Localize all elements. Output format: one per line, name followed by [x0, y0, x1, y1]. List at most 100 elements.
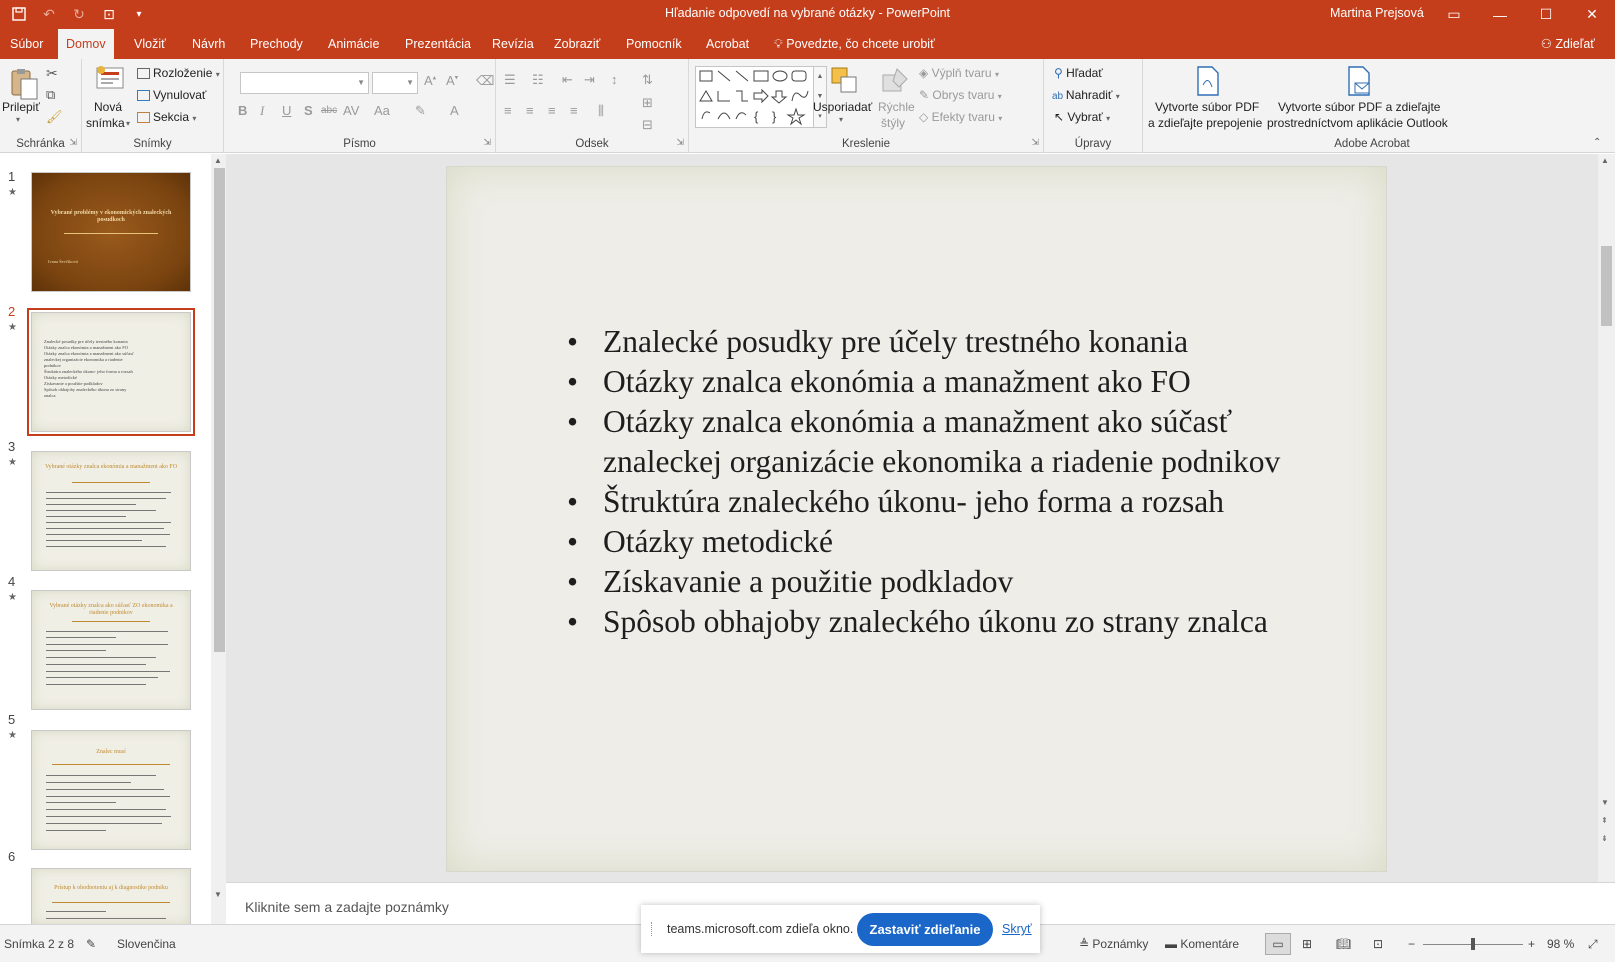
spelling-check-icon[interactable]: ✎ — [86, 937, 96, 951]
zoom-in-icon[interactable]: + — [1528, 937, 1535, 951]
language-indicator[interactable]: Slovenčina — [117, 937, 176, 951]
new-slide-label-1[interactable]: Nová — [94, 100, 122, 114]
replace-button[interactable]: ab Nahradiť ▾ — [1052, 88, 1120, 102]
layout-button[interactable]: Rozloženie ▾ — [137, 66, 220, 80]
quick-styles-label-2[interactable]: štýly — [881, 116, 905, 130]
highlight-icon[interactable]: ✎ — [415, 103, 426, 119]
scroll-down-icon[interactable]: ▼ — [214, 890, 222, 899]
bold-button[interactable]: B — [238, 103, 247, 118]
zoom-out-icon[interactable]: − — [1408, 937, 1415, 951]
shapes-gallery[interactable]: { } — [695, 66, 825, 128]
notes-toggle[interactable]: ≜ Poznámky — [1079, 937, 1148, 951]
tab-design[interactable]: Návrh — [184, 29, 233, 59]
tab-animations[interactable]: Animácie — [320, 29, 387, 59]
next-slide-icon[interactable]: ⇟ — [1601, 834, 1608, 843]
slide-sorter-icon[interactable]: ⊞ — [1302, 937, 1312, 951]
paragraph-launcher-icon[interactable]: ⇲ — [676, 137, 684, 148]
tab-home[interactable]: Domov — [58, 29, 114, 59]
line-spacing-icon[interactable]: ↕ — [611, 72, 618, 87]
comments-toggle[interactable]: ▬ Komentáre — [1165, 937, 1239, 951]
italic-button[interactable]: I — [260, 103, 264, 119]
tab-file[interactable]: Súbor — [2, 29, 51, 59]
increase-font-icon[interactable]: A▴ — [424, 73, 436, 88]
decrease-indent-icon[interactable]: ⇤ — [562, 72, 573, 88]
select-button[interactable]: ↖ Vybrať ▾ — [1054, 110, 1110, 124]
pdf-share-label-1[interactable]: Vytvorte súbor PDF — [1155, 100, 1259, 114]
pdf-share-icon[interactable] — [1194, 65, 1226, 97]
slide-thumbnail-3[interactable]: Vybrané otázky znalca ekonómia a manažme… — [31, 451, 191, 571]
arrange-button[interactable]: Usporiadať — [813, 100, 872, 114]
drawing-launcher-icon[interactable]: ⇲ — [1031, 137, 1039, 148]
tab-review[interactable]: Revízia — [484, 29, 542, 59]
scroll-down-icon[interactable]: ▼ — [1601, 798, 1609, 807]
zoom-slider-handle[interactable] — [1471, 938, 1475, 950]
text-direction-icon[interactable]: ⇅ — [642, 72, 653, 88]
collapse-ribbon-icon[interactable]: ⌃ — [1593, 137, 1601, 148]
slide-thumbnail-2[interactable]: Znalecké posudky pre účely trestného kon… — [27, 308, 195, 436]
slide-bullet-list[interactable]: Znalecké posudky pre účely trestného kon… — [567, 322, 1327, 642]
close-icon[interactable]: ✕ — [1569, 0, 1615, 29]
current-slide[interactable]: Znalecké posudky pre účely trestného kon… — [446, 166, 1387, 872]
pdf-outlook-label-1[interactable]: Vytvorte súbor PDF a zdieľajte — [1278, 100, 1440, 114]
arrange-icon[interactable] — [829, 65, 861, 97]
quick-styles-label-1[interactable]: Rýchle — [878, 100, 915, 114]
hide-banner-link[interactable]: Skryť — [1002, 922, 1032, 936]
tab-help[interactable]: Pomocník — [618, 29, 690, 59]
quick-styles-icon[interactable] — [879, 65, 911, 97]
scrollbar-thumb[interactable] — [1601, 246, 1612, 326]
find-button[interactable]: ⚲ Hľadať — [1054, 66, 1103, 80]
increase-indent-icon[interactable]: ⇥ — [584, 72, 595, 88]
minimize-icon[interactable]: — — [1477, 0, 1523, 29]
paste-button[interactable]: Prilepiť — [2, 100, 40, 114]
slide-thumbnail-6[interactable]: Prístup k ohodnoteniu aj k diagnostike p… — [31, 868, 191, 924]
tab-insert[interactable]: Vložiť — [126, 29, 174, 59]
pdf-share-label-2[interactable]: a zdieľajte prepojenie — [1148, 116, 1262, 130]
scroll-up-icon[interactable]: ▲ — [1601, 156, 1609, 165]
align-center-icon[interactable]: ≡ — [526, 103, 534, 118]
smartart-icon[interactable]: ⊟ — [642, 117, 653, 133]
tell-me-box[interactable]: 💡︎ Povedzte, čo chcete urobiť — [774, 29, 935, 59]
ribbon-display-options-icon[interactable]: ▭ — [1431, 0, 1477, 29]
slide-thumbnail-5[interactable]: Znalec musí — [31, 730, 191, 850]
underline-button[interactable]: U — [282, 103, 291, 118]
scroll-up-icon[interactable]: ▲ — [214, 156, 222, 165]
tab-acrobat[interactable]: Acrobat — [698, 29, 757, 59]
slide-thumbnail-1[interactable]: Vybrané problémy v ekonomických znalecký… — [31, 172, 191, 292]
change-case-button[interactable]: Aa — [374, 103, 390, 118]
fit-slide-icon[interactable]: ⤢ — [1588, 937, 1598, 952]
paste-dropdown-icon[interactable]: ▾ — [16, 115, 20, 124]
cut-icon[interactable]: ✂ — [46, 65, 58, 82]
bullets-icon[interactable]: ☰ — [504, 72, 516, 88]
slide-thumbnail-4[interactable]: Vybrané otázky znalca ako súčasť ZO ekon… — [31, 590, 191, 710]
slideshow-view-icon[interactable]: ⊡ — [1373, 937, 1383, 951]
scrollbar-thumb[interactable] — [214, 168, 225, 652]
new-slide-dropdown-icon[interactable]: ▾ — [126, 119, 130, 128]
strikethrough-button[interactable]: abc — [321, 105, 337, 116]
arrange-dropdown-icon[interactable]: ▾ — [839, 115, 843, 124]
decrease-font-icon[interactable]: A▾ — [446, 73, 458, 88]
shadow-button[interactable]: S — [304, 103, 313, 118]
tab-slideshow[interactable]: Prezentácia — [397, 29, 479, 59]
maximize-icon[interactable]: ☐ — [1523, 0, 1569, 29]
share-button[interactable]: ⚇ Zdieľať — [1541, 29, 1595, 59]
shapes-gallery-scroll[interactable]: ▲ ▼ ▾ — [813, 66, 827, 128]
tab-view[interactable]: Zobraziť — [546, 29, 608, 59]
reset-button[interactable]: Vynulovať — [137, 88, 206, 102]
pdf-outlook-icon[interactable] — [1345, 65, 1377, 97]
user-name[interactable]: Martina Prejsová — [1330, 6, 1424, 20]
font-color-icon[interactable]: A — [450, 103, 459, 118]
justify-icon[interactable]: ≡ — [570, 103, 578, 118]
character-spacing-button[interactable]: AV — [343, 103, 359, 118]
new-slide-icon[interactable] — [93, 64, 125, 96]
align-text-icon[interactable]: ⊞ — [642, 95, 653, 111]
align-right-icon[interactable]: ≡ — [548, 103, 556, 118]
shape-effects-button[interactable]: ◇ Efekty tvaru ▾ — [919, 110, 1002, 124]
shape-fill-button[interactable]: ◈ Výplň tvaru ▾ — [919, 66, 999, 80]
drag-handle-icon[interactable] — [651, 922, 654, 936]
font-launcher-icon[interactable]: ⇲ — [483, 137, 491, 148]
reading-view-icon[interactable]: 📖︎ — [1336, 937, 1351, 951]
shape-outline-button[interactable]: ✎ Obrys tvaru ▾ — [919, 88, 1002, 102]
font-family-combo[interactable]: ▼ — [240, 72, 369, 94]
columns-icon[interactable]: ⫼ — [598, 103, 604, 119]
paste-icon[interactable] — [8, 67, 40, 100]
